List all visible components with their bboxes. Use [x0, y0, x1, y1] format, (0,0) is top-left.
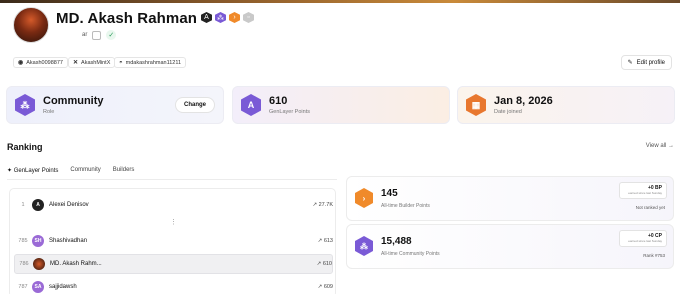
row-points: ↗ 610	[316, 261, 332, 267]
community-icon: ⁂	[355, 236, 373, 256]
points-value: 27.7K	[318, 202, 333, 208]
row-rank: 1	[21, 202, 25, 208]
ranking-title: Ranking	[7, 142, 43, 152]
calendar-icon: ▦	[466, 94, 486, 116]
points-value: 613	[323, 238, 333, 244]
community-weekly-pill: +0 CP earned since last Sunday	[619, 230, 667, 247]
row-points: ↗ 613	[317, 238, 333, 244]
x-icon: ✕	[73, 60, 79, 66]
profile-page: MD. Akash Rahman A ⁂ › ▫ ar ✓ ◉ Akash009…	[0, 0, 680, 294]
role-label: Role	[43, 109, 55, 115]
community-points-card: ⁂ 15,488 All-time Community Points +0 CP…	[346, 224, 674, 269]
points-value: 609	[323, 284, 333, 290]
avatar: A	[32, 199, 44, 211]
more-icon: ⋮	[170, 219, 177, 226]
avatar: SH	[32, 235, 44, 247]
genlayer-badge-icon: A	[201, 12, 212, 23]
table-row[interactable]: 787 SA sajjidawsh ↗ 609	[14, 277, 333, 294]
community-role-card: ⁂ Community Role Change	[6, 86, 224, 124]
profile-subline: ar ✓	[82, 30, 117, 40]
community-rank: Rank #753	[643, 253, 665, 258]
row-rank: 786	[19, 261, 29, 267]
points-value: 610	[269, 95, 288, 107]
points-value: 610	[322, 261, 332, 267]
discord-icon: ◓	[119, 59, 123, 66]
builder-points-label: All-time Builder Points	[381, 203, 430, 209]
row-points: ↗ 27.7K	[312, 202, 333, 208]
points-label: GenLayer Points	[269, 109, 310, 115]
avatar	[13, 7, 49, 43]
community-points-value: 15,488	[381, 236, 412, 247]
avatar: SA	[32, 281, 44, 293]
social-label: AkashMintX	[81, 59, 111, 66]
tab-label: GenLayer Points	[13, 168, 59, 174]
profile-name: MD. Akash Rahman	[56, 10, 198, 27]
builder-points-value: 145	[381, 188, 398, 199]
weekly-caption: earned since last Sunday	[628, 191, 662, 195]
social-label: mdakashrahman11211	[125, 59, 182, 66]
row-name: sajjidawsh	[49, 284, 77, 290]
social-github[interactable]: ◉ Akash0098877	[13, 57, 68, 68]
tab-divider	[7, 179, 337, 180]
handle-text: ar	[82, 32, 88, 38]
social-x[interactable]: ✕ AkashMintX	[68, 57, 116, 68]
social-discord[interactable]: ◓ mdakashrahman11211	[114, 57, 187, 68]
builder-rank: Not ranked yet	[635, 205, 665, 210]
builder-icon: ›	[355, 188, 373, 208]
date-label: Date joined	[494, 109, 522, 115]
avatar	[33, 258, 45, 270]
date-joined-card: ▦ Jan 8, 2026 Date joined	[457, 86, 675, 124]
row-points: ↗ 609	[317, 284, 333, 290]
badge-row: A ⁂ › ▫	[201, 12, 254, 23]
copy-icon[interactable]	[92, 30, 102, 40]
profile-banner	[0, 0, 680, 3]
social-label: Akash0098877	[26, 59, 63, 66]
community-points-label: All-time Community Points	[381, 251, 440, 257]
view-all-link[interactable]: View all →	[646, 143, 674, 149]
builder-weekly-pill: +0 BP earned since last Sunday	[619, 182, 667, 199]
leaderboard: 1 A Alexei Denisov ↗ 27.7K ⋮ 785 SH Shas…	[9, 188, 336, 294]
row-rank: 787	[18, 284, 28, 290]
row-rank: 785	[18, 238, 28, 244]
community-icon: ⁂	[15, 94, 35, 116]
table-row[interactable]: 785 SH Shashivadhan ↗ 613	[14, 231, 333, 251]
edit-icon: ✎	[627, 60, 633, 66]
date-value: Jan 8, 2026	[494, 95, 553, 107]
gray-badge-icon: ▫	[243, 12, 254, 23]
github-icon: ◉	[18, 60, 24, 66]
table-row-current-user[interactable]: 786 MD. Akash Rahm... ↗ 610	[14, 254, 333, 274]
points-card: A 610 GenLayer Points	[232, 86, 450, 124]
row-name: Shashivadhan	[49, 238, 88, 244]
verified-icon: ✓	[106, 30, 117, 40]
change-role-button[interactable]: Change	[174, 97, 215, 113]
role-title: Community	[43, 95, 104, 107]
community-badge-icon: ⁂	[215, 12, 226, 23]
edit-profile-label: Edit profile	[636, 59, 665, 66]
table-row[interactable]: 1 A Alexei Denisov ↗ 27.7K	[14, 195, 333, 215]
row-name: Alexei Denisov	[49, 202, 89, 208]
builder-points-card: › 145 All-time Builder Points +0 BP earn…	[346, 176, 674, 221]
row-name: MD. Akash Rahm...	[50, 261, 102, 267]
weekly-caption: earned since last Sunday	[628, 239, 662, 243]
builder-badge-icon: ›	[229, 12, 240, 23]
genlayer-icon: A	[241, 94, 261, 116]
edit-profile-button[interactable]: ✎ Edit profile	[620, 55, 672, 70]
